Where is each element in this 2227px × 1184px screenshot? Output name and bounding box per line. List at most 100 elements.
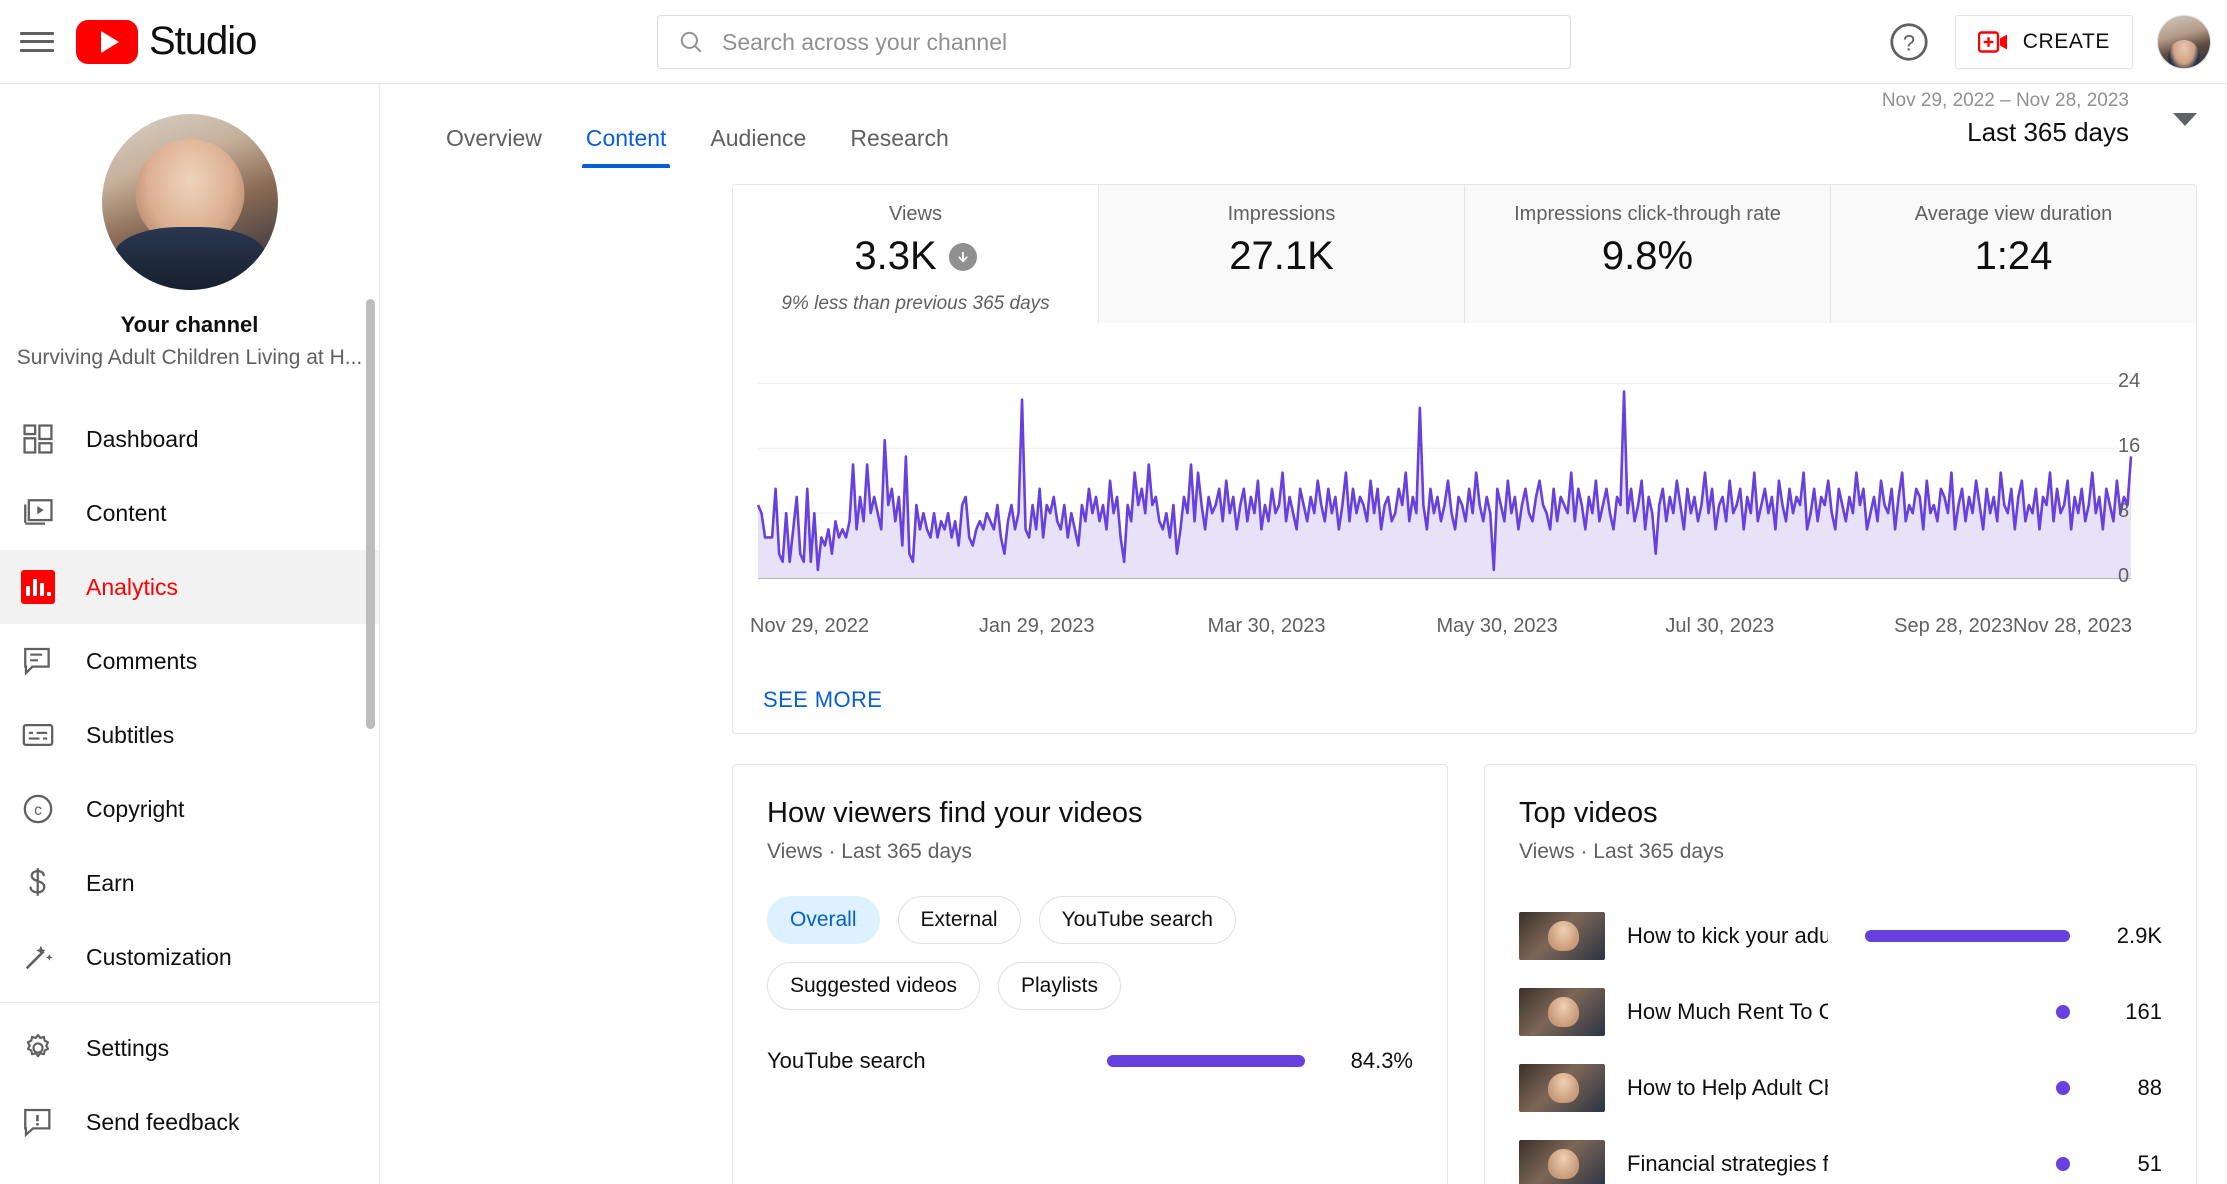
sidebar-item-content[interactable]: Content: [0, 476, 379, 550]
y-axis-tick: 0: [2118, 565, 2129, 588]
video-bar: [2056, 1005, 2070, 1019]
video-bar: [1865, 930, 2070, 942]
video-plus-icon: [1978, 29, 2010, 55]
date-range-value: Nov 29, 2022 – Nov 28, 2023: [1882, 90, 2129, 112]
traffic-sources-card: How viewers find your videos Views · Las…: [732, 764, 1448, 1184]
video-views: 51: [2092, 1151, 2162, 1177]
svg-text:c: c: [34, 802, 42, 819]
traffic-chip-suggested-videos[interactable]: Suggested videos: [767, 962, 980, 1010]
help-circle-icon[interactable]: ?: [1887, 20, 1931, 64]
video-row[interactable]: Financial strategies for parents w... 51: [1485, 1132, 2196, 1184]
sidebar-label: Earn: [86, 870, 135, 897]
comments-icon: [16, 639, 60, 683]
analytics-icon: [16, 565, 60, 609]
gear-icon: [16, 1026, 60, 1070]
views-chart-card: Views 3.3K 9% less than previous 365 day…: [732, 184, 2197, 734]
analytics-tabs: Overview Content Audience Research Nov 2…: [380, 84, 2227, 168]
metric-delta: 9% less than previous 365 days: [733, 293, 1098, 315]
tab-audience[interactable]: Audience: [688, 125, 828, 168]
metric-card-ctr[interactable]: Impressions click-through rate 9.8%: [1465, 185, 1831, 323]
sidebar-divider: [0, 1002, 379, 1003]
x-axis-tick: Nov 28, 2023: [2013, 615, 2132, 638]
create-button[interactable]: CREATE: [1955, 15, 2133, 69]
tab-research[interactable]: Research: [828, 125, 970, 168]
arrow-down-icon: [949, 243, 977, 271]
sidebar-item-analytics[interactable]: Analytics: [0, 550, 379, 624]
content-icon: [16, 491, 60, 535]
traffic-chip-youtube-search[interactable]: YouTube search: [1039, 896, 1236, 944]
video-title: Financial strategies for parents w...: [1627, 1151, 1828, 1177]
sidebar-item-comments[interactable]: Comments: [0, 624, 379, 698]
traffic-chip-playlists[interactable]: Playlists: [998, 962, 1121, 1010]
video-thumbnail: [1519, 1064, 1605, 1112]
sidebar-label: Analytics: [86, 574, 178, 601]
metric-card-impressions[interactable]: Impressions 27.1K: [1099, 185, 1465, 323]
search-input[interactable]: [722, 29, 1550, 56]
metric-card-avg-view-duration[interactable]: Average view duration 1:24: [1831, 185, 2196, 323]
card-subtitle: Views · Last 365 days: [733, 830, 1447, 864]
studio-logo[interactable]: Studio: [76, 19, 256, 64]
card-title: How viewers find your videos: [733, 765, 1447, 830]
date-range-selector[interactable]: Nov 29, 2022 – Nov 28, 2023 Last 365 day…: [1882, 90, 2197, 148]
tab-content[interactable]: Content: [564, 125, 689, 168]
dollar-icon: [16, 861, 60, 905]
metric-value: 27.1K: [1229, 234, 1334, 279]
hamburger-icon[interactable]: [20, 29, 54, 55]
x-axis-tick: Mar 30, 2023: [1208, 615, 1326, 638]
avatar[interactable]: [2157, 15, 2211, 69]
sidebar-item-subtitles[interactable]: Subtitles: [0, 698, 379, 772]
chevron-down-icon[interactable]: [2173, 113, 2197, 126]
x-axis-tick: Jan 29, 2023: [979, 615, 1095, 638]
video-row[interactable]: How Much Rent To Charge Adult ...161: [1485, 980, 2196, 1044]
sidebar-scrollbar[interactable]: [366, 299, 375, 729]
sidebar-label: Copyright: [86, 796, 184, 823]
video-title: How Much Rent To Charge Adult ...: [1627, 999, 1828, 1025]
copyright-icon: c: [16, 787, 60, 831]
date-range-preset: Last 365 days: [1882, 117, 2129, 148]
x-axis-tick: May 30, 2023: [1437, 615, 1558, 638]
svg-text:?: ?: [1903, 30, 1915, 55]
y-axis-tick: 16: [2118, 435, 2140, 458]
channel-block: Your channel Surviving Adult Children Li…: [0, 84, 379, 388]
dashboard-icon: [16, 417, 60, 461]
feedback-icon: [16, 1100, 60, 1144]
traffic-filter-chips: Overall External YouTube search Suggested v…: [733, 864, 1447, 1010]
video-row[interactable]: How to kick your adult kids out of...2.9…: [1485, 904, 2196, 968]
metric-label: Impressions: [1099, 203, 1464, 226]
sidebar-item-send-feedback[interactable]: Send feedback: [0, 1085, 379, 1159]
traffic-bar-wrap: [1107, 1055, 1305, 1067]
sidebar-item-customization[interactable]: Customization: [0, 920, 379, 994]
video-bar-wrap: [1850, 1005, 2070, 1019]
search-bar[interactable]: [657, 15, 1571, 69]
video-bar-wrap: [1850, 1081, 2070, 1095]
video-bar: [2056, 1157, 2070, 1171]
top-bar: Studio ? CREATE: [0, 0, 2227, 84]
sidebar-label: Comments: [86, 648, 197, 675]
create-label: CREATE: [2023, 30, 2110, 54]
sidebar-item-earn[interactable]: Earn: [0, 846, 379, 920]
tab-overview[interactable]: Overview: [424, 125, 564, 168]
metric-label: Views: [733, 203, 1098, 226]
video-bar-wrap: [1850, 1157, 2070, 1171]
video-title: How to Help Adult Children Living...: [1627, 1075, 1828, 1101]
sidebar-item-settings[interactable]: Settings: [0, 1011, 379, 1085]
metric-card-views[interactable]: Views 3.3K 9% less than previous 365 day…: [733, 185, 1099, 323]
traffic-chip-external[interactable]: External: [898, 896, 1021, 944]
video-bar: [2056, 1081, 2070, 1095]
see-more-link[interactable]: SEE MORE: [763, 687, 882, 713]
sidebar-item-copyright[interactable]: c Copyright: [0, 772, 379, 846]
wand-icon: [16, 935, 60, 979]
traffic-row: YouTube search 84.3%: [733, 1048, 1447, 1074]
traffic-source-name: YouTube search: [767, 1048, 1089, 1074]
channel-avatar[interactable]: [102, 114, 278, 290]
sidebar-item-dashboard[interactable]: Dashboard: [0, 402, 379, 476]
metric-value: 9.8%: [1602, 234, 1693, 279]
search-icon: [678, 29, 704, 55]
traffic-value: 84.3%: [1323, 1048, 1413, 1074]
x-axis-labels: Nov 29, 2022Jan 29, 2023Mar 30, 2023May …: [733, 615, 2196, 655]
sidebar-label: Settings: [86, 1035, 169, 1062]
traffic-chip-overall[interactable]: Overall: [767, 896, 880, 944]
metric-tabs: Views 3.3K 9% less than previous 365 day…: [733, 185, 2196, 323]
video-row[interactable]: How to Help Adult Children Living...88: [1485, 1056, 2196, 1120]
sidebar-label: Content: [86, 500, 167, 527]
